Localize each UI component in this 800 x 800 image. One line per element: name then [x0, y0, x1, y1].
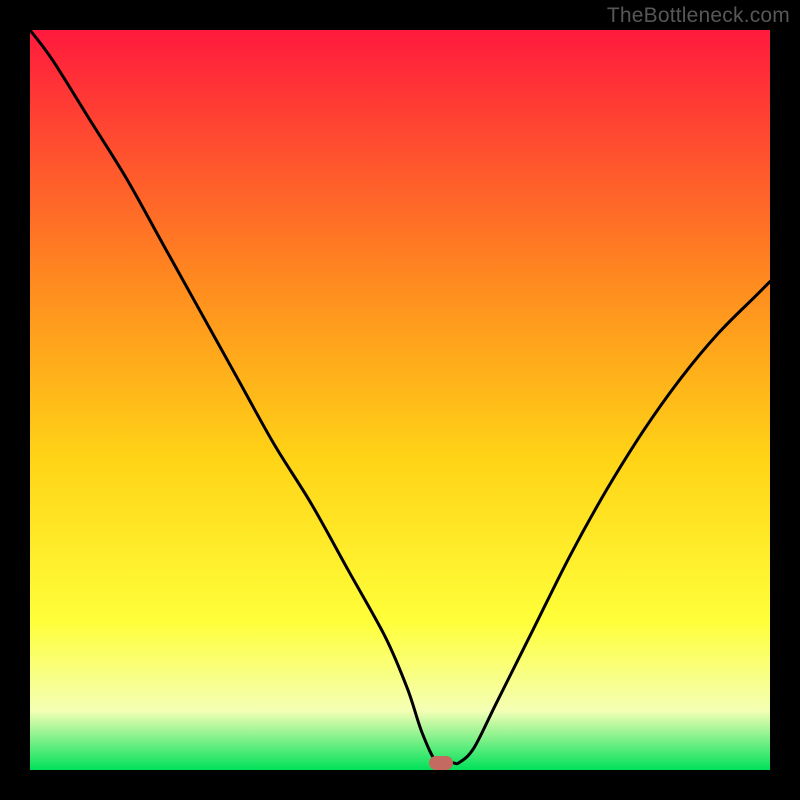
- gradient-background: [30, 30, 770, 770]
- watermark-text: TheBottleneck.com: [607, 4, 790, 28]
- chart-stage: TheBottleneck.com: [0, 0, 800, 800]
- optimum-marker: [429, 756, 453, 770]
- chart-plot-area: [30, 30, 770, 770]
- chart-svg: [30, 30, 770, 770]
